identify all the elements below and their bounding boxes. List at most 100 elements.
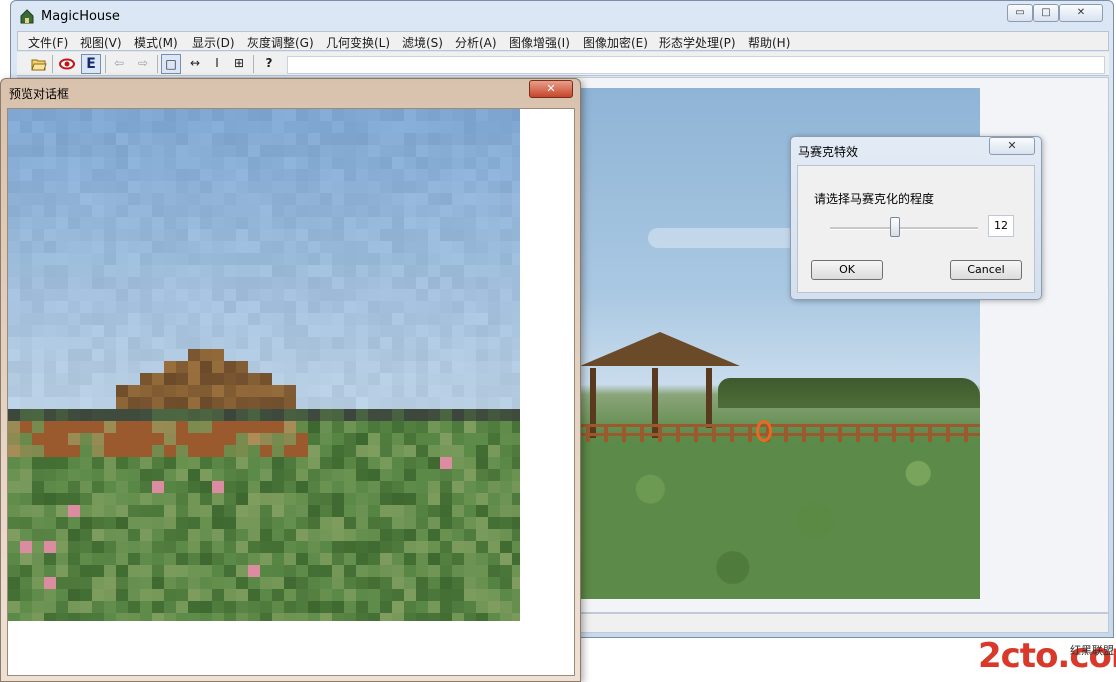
mosaic-tile (176, 313, 188, 325)
select-tool-button[interactable]: □ (161, 54, 181, 74)
view-button[interactable] (57, 54, 77, 74)
mosaic-tile (44, 481, 56, 493)
mosaic-tile (464, 169, 476, 181)
mosaic-close-button[interactable]: ✕ (989, 137, 1035, 155)
mosaic-tile (380, 445, 392, 457)
mosaic-tile (116, 601, 128, 613)
mosaic-tile (116, 253, 128, 265)
fit-window-button[interactable]: ⊞ (229, 54, 249, 74)
mosaic-tile (80, 589, 92, 601)
menu-enhance[interactable]: 图像增强(I) (509, 34, 570, 51)
menu-morphology[interactable]: 形态学处理(P) (659, 34, 736, 51)
mosaic-tile (368, 241, 380, 253)
mosaic-tile (260, 217, 272, 229)
mosaic-tile (80, 517, 92, 529)
mosaic-tile (32, 265, 44, 277)
mosaic-level-slider-track[interactable] (830, 227, 978, 230)
mosaic-tile (140, 181, 152, 193)
maximize-button[interactable]: □ (1033, 4, 1059, 22)
mosaic-tile (284, 613, 296, 621)
menu-analysis[interactable]: 分析(A) (455, 34, 497, 51)
mosaic-tile (416, 289, 428, 301)
mosaic-tile (260, 229, 272, 241)
mosaic-tile (380, 289, 392, 301)
menu-file[interactable]: 文件(F) (28, 34, 68, 51)
mosaic-tile (416, 217, 428, 229)
mosaic-tile (440, 133, 452, 145)
mosaic-tile (356, 505, 368, 517)
mosaic-tile (308, 613, 320, 621)
mosaic-tile (212, 577, 224, 589)
menu-filter[interactable]: 滤境(S) (402, 34, 443, 51)
mosaic-tile (488, 277, 500, 289)
mosaic-tile (488, 517, 500, 529)
mosaic-tile (368, 493, 380, 505)
mosaic-tile (344, 409, 356, 421)
mosaic-tile (392, 457, 404, 469)
forward-button[interactable]: ⇨ (133, 54, 153, 74)
mosaic-tile (260, 445, 272, 457)
mosaic-tile (488, 409, 500, 421)
mosaic-tile (476, 553, 488, 565)
mosaic-tile (440, 577, 452, 589)
mosaic-tile (404, 169, 416, 181)
mosaic-tile (128, 541, 140, 553)
mosaic-tile (56, 601, 68, 613)
mosaic-tile (356, 145, 368, 157)
mosaic-tile (452, 433, 464, 445)
mosaic-tile (128, 445, 140, 457)
edit-mode-button[interactable]: E (81, 54, 101, 74)
mosaic-tile (68, 325, 80, 337)
menu-encrypt[interactable]: 图像加密(E) (583, 34, 648, 51)
mosaic-tile (440, 529, 452, 541)
mosaic-tile (56, 613, 68, 621)
mosaic-tile (236, 457, 248, 469)
menu-mode[interactable]: 模式(M) (134, 34, 178, 51)
preview-close-button[interactable]: ✕ (529, 80, 573, 98)
help-button[interactable]: ? (259, 54, 279, 74)
mosaic-tile (44, 289, 56, 301)
mosaic-tile (176, 589, 188, 601)
mosaic-tile (236, 421, 248, 433)
open-button[interactable] (29, 54, 49, 74)
mosaic-tile (152, 145, 164, 157)
menu-help[interactable]: 帮助(H) (748, 34, 790, 51)
title-bar[interactable]: MagicHouse ▭ □ ✕ (11, 1, 1113, 31)
back-button[interactable]: ⇦ (109, 54, 129, 74)
mosaic-tile (428, 589, 440, 601)
mosaic-tile (8, 553, 20, 565)
mosaic-tile (392, 277, 404, 289)
mosaic-tile (8, 361, 20, 373)
mosaic-tile (80, 601, 92, 613)
mosaic-tile (224, 373, 236, 385)
mosaic-tile (392, 373, 404, 385)
ok-button[interactable]: OK (811, 260, 883, 280)
menu-view[interactable]: 视图(V) (80, 34, 122, 51)
close-window-button[interactable]: ✕ (1059, 4, 1103, 22)
menu-geometry[interactable]: 几何变换(L) (326, 34, 390, 51)
mosaic-tile (248, 109, 260, 121)
mosaic-tile (32, 217, 44, 229)
mosaic-tile (80, 421, 92, 433)
minimize-button[interactable]: ▭ (1007, 4, 1033, 22)
mosaic-tile (368, 589, 380, 601)
mosaic-tile (512, 553, 520, 565)
mosaic-tile (20, 481, 32, 493)
mosaic-tile (440, 361, 452, 373)
mosaic-tile (476, 601, 488, 613)
mosaic-tile (8, 349, 20, 361)
mosaic-tile (44, 445, 56, 457)
mosaic-tile (284, 241, 296, 253)
fit-height-button[interactable]: I (207, 54, 227, 74)
mosaic-tile (512, 361, 520, 373)
mosaic-level-slider-thumb[interactable] (890, 217, 901, 237)
mosaic-tile (116, 445, 128, 457)
mosaic-tile (392, 481, 404, 493)
cancel-button[interactable]: Cancel (950, 260, 1022, 280)
fit-width-button[interactable]: ↔ (185, 54, 205, 74)
mosaic-tile (212, 277, 224, 289)
menu-display[interactable]: 显示(D) (192, 34, 235, 51)
menu-grayscale[interactable]: 灰度调整(G) (247, 34, 314, 51)
mosaic-tile (392, 541, 404, 553)
mosaic-tile (476, 349, 488, 361)
